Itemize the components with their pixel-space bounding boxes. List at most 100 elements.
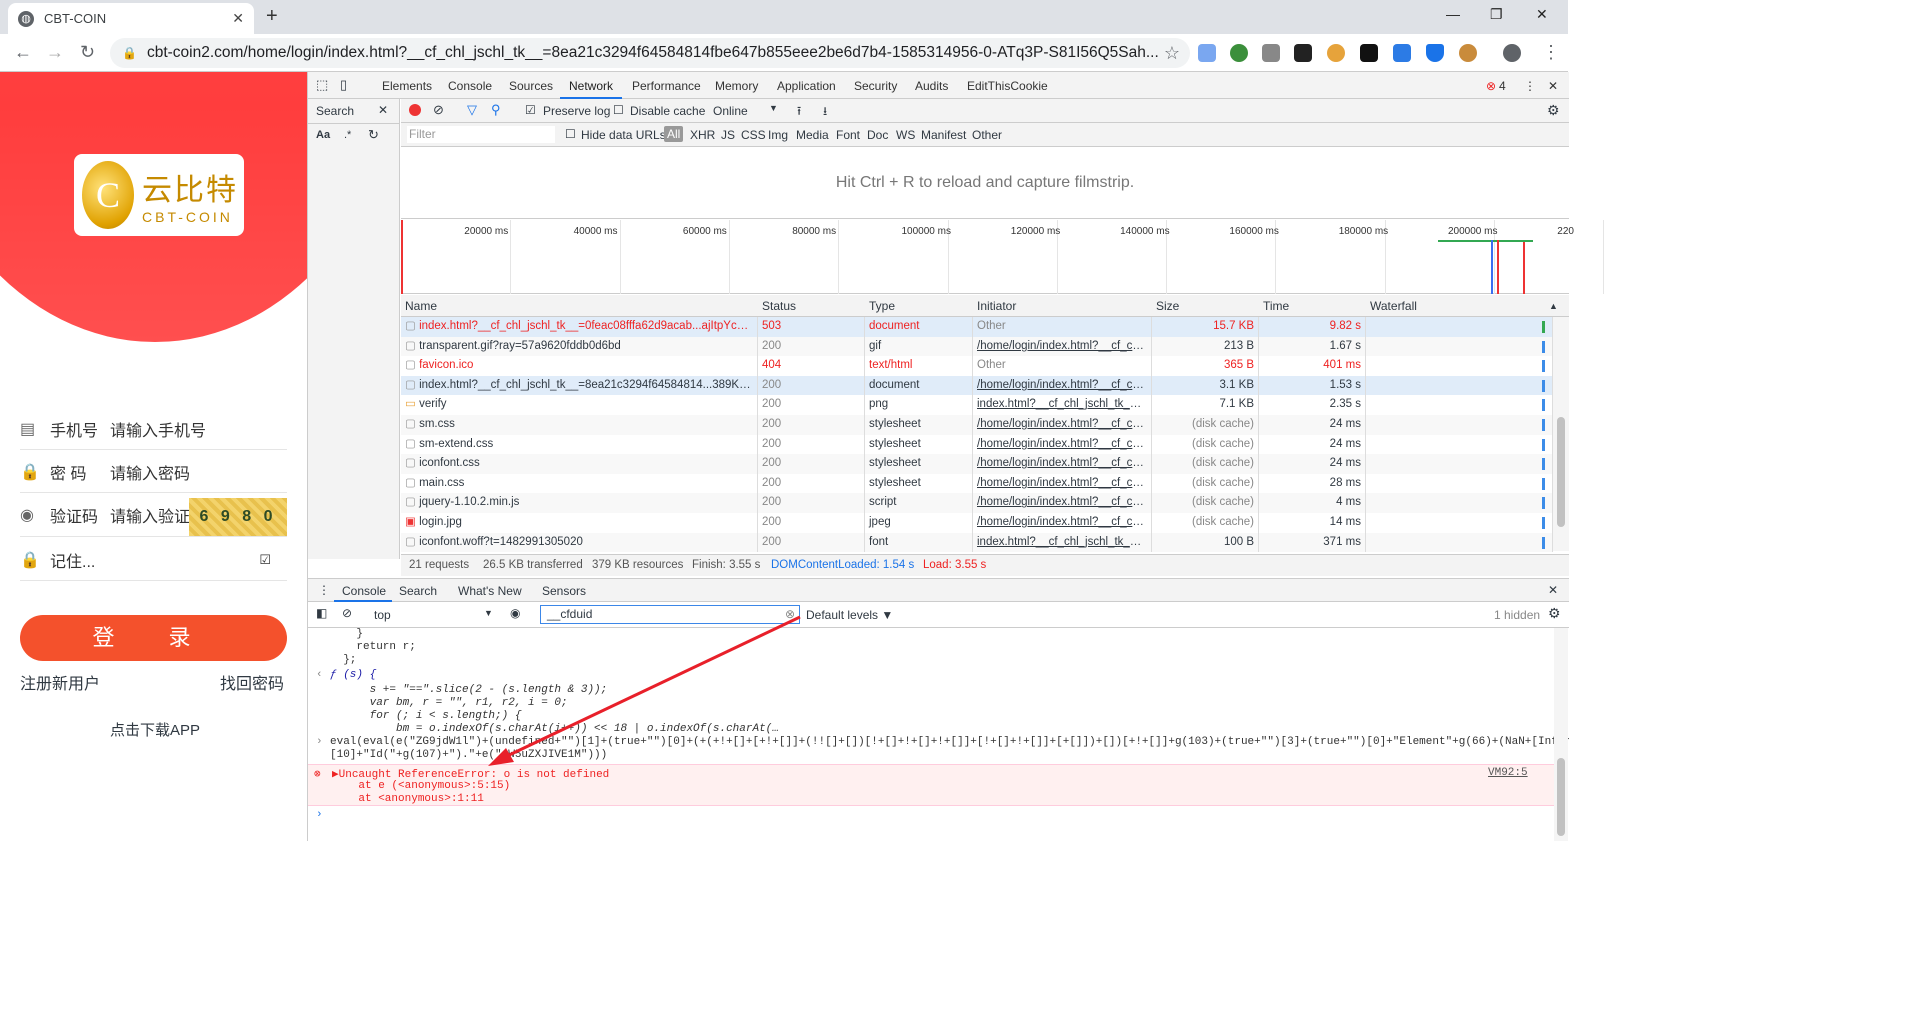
drawer-tab-sensors[interactable]: Sensors xyxy=(542,584,586,598)
error-line-1[interactable]: ▶Uncaught ReferenceError: o is not defin… xyxy=(332,767,609,781)
captcha-input[interactable]: 请输入验证 xyxy=(110,503,190,527)
phone-row[interactable]: ▤ 手机号 请输入手机号 xyxy=(20,408,287,450)
password-input[interactable]: 请输入密码 xyxy=(110,460,190,484)
register-link[interactable]: 注册新用户 xyxy=(20,670,100,694)
export-har-icon[interactable]: ⭳ xyxy=(823,102,827,123)
back-icon[interactable]: ← xyxy=(14,42,32,63)
download-app-link[interactable]: 点击下载APP xyxy=(110,719,200,740)
clear-icon[interactable]: ⊘ xyxy=(433,102,444,118)
tab-performance[interactable]: Performance xyxy=(632,79,701,93)
error-source-link[interactable]: VM92:5 xyxy=(1488,767,1528,779)
tab-network[interactable]: Network xyxy=(569,79,613,93)
console-filter-input[interactable]: __cfduid xyxy=(540,605,800,624)
error-badge-icon[interactable]: ⊗ xyxy=(1486,79,1496,93)
filter-other[interactable]: Other xyxy=(972,128,1002,142)
tab-application[interactable]: Application xyxy=(777,79,836,93)
network-row[interactable]: ▢ sm.css 200 stylesheet/home/login/index.h… xyxy=(401,415,1553,435)
tab-sources[interactable]: Sources xyxy=(509,79,553,93)
col-time[interactable]: Time xyxy=(1263,295,1289,317)
network-row[interactable]: ▢ favicon.ico 404 text/html Other 365 B 401 m… xyxy=(401,356,1553,376)
phone-input[interactable]: 请输入手机号 xyxy=(110,417,206,441)
tab-editthiscookie[interactable]: EditThisCookie xyxy=(967,79,1048,93)
inspect-element-icon[interactable]: ⬚ xyxy=(316,77,328,93)
captcha-row[interactable]: ◉ 验证码 请输入验证 xyxy=(20,494,190,536)
match-case-icon[interactable]: Aa xyxy=(316,129,330,141)
context-select[interactable]: top xyxy=(374,608,391,622)
remember-checkbox[interactable]: ☑ xyxy=(259,552,271,568)
cookie-icon[interactable] xyxy=(1459,44,1477,62)
network-row[interactable]: ▢ main.css 200 stylesheet/home/login/index… xyxy=(401,473,1553,494)
row-initiator[interactable]: /home/login/index.html?__cf_chl_... xyxy=(973,454,1152,474)
address-bar[interactable]: 🔒 cbt-coin2.com/home/login/index.html?__… xyxy=(110,38,1190,68)
col-size[interactable]: Size xyxy=(1156,295,1179,317)
extension-colorful-icon[interactable] xyxy=(1327,44,1345,62)
extension-tool-icon[interactable] xyxy=(1262,44,1280,62)
filter-xhr[interactable]: XHR xyxy=(690,128,715,142)
close-drawer-icon[interactable]: ✕ xyxy=(1548,583,1558,597)
regex-icon[interactable]: .* xyxy=(344,129,351,141)
forgot-password-link[interactable]: 找回密码 xyxy=(220,670,284,694)
error-count[interactable]: 4 xyxy=(1499,79,1506,93)
tab-audits[interactable]: Audits xyxy=(915,79,948,93)
extension-globe-icon[interactable] xyxy=(1230,44,1248,62)
browser-tab[interactable]: ◍ CBT-COIN ✕ xyxy=(8,3,254,34)
filter-doc[interactable]: Doc xyxy=(867,128,888,142)
filter-media[interactable]: Media xyxy=(796,128,829,142)
password-row[interactable]: 🔒 密 码 请输入密码 xyxy=(20,451,287,493)
network-row[interactable]: ▣ login.jpg 200 jpeg/home/login/index.html… xyxy=(401,513,1553,533)
bookmark-star-icon[interactable]: ☆ xyxy=(1164,43,1180,64)
row-initiator[interactable]: index.html?__cf_chl_jschl_tk__=8e... xyxy=(973,532,1152,553)
tab-memory[interactable]: Memory xyxy=(715,79,758,93)
refresh-search-icon[interactable]: ↻ xyxy=(368,127,379,143)
network-row[interactable]: ▢ iconfont.css 200 stylesheet/home/login/i… xyxy=(401,454,1553,474)
search-icon[interactable]: ⚲ xyxy=(491,102,501,118)
col-status[interactable]: Status xyxy=(762,295,796,317)
forward-icon[interactable]: → xyxy=(46,42,64,63)
close-devtools-icon[interactable]: ✕ xyxy=(1548,79,1558,93)
extension-s-icon[interactable] xyxy=(1393,44,1411,62)
col-name[interactable]: Name xyxy=(405,295,437,317)
console-clear-icon[interactable]: ⊘ xyxy=(342,606,352,620)
close-window-button[interactable]: ✕ xyxy=(1536,6,1548,23)
network-row[interactable]: ▢ transparent.gif?ray=57a9620fddb0d6bd 20… xyxy=(401,336,1553,357)
console-scrollbar[interactable] xyxy=(1554,628,1568,841)
table-scrollbar[interactable] xyxy=(1553,317,1569,551)
tab-console[interactable]: Console xyxy=(448,79,492,93)
reload-icon[interactable]: ↻ xyxy=(80,42,95,63)
preserve-log-checkbox[interactable]: ☑ xyxy=(525,103,536,117)
filter-img[interactable]: Img xyxy=(768,128,788,142)
extension-shield-icon[interactable] xyxy=(1426,44,1444,62)
chrome-menu-icon[interactable]: ⋮ xyxy=(1542,42,1560,63)
row-initiator[interactable]: /home/login/index.html?__cf_chl_... xyxy=(973,473,1152,494)
console-scroll-thumb[interactable] xyxy=(1557,758,1565,836)
sidebar-toggle-icon[interactable]: ◧ xyxy=(316,606,327,620)
settings-gear-icon[interactable]: ⚙ xyxy=(1547,102,1560,119)
device-toolbar-icon[interactable]: ▯ xyxy=(340,77,347,93)
filter-ws[interactable]: WS xyxy=(896,128,915,142)
row-initiator[interactable]: /home/login/index.html?__cf_chl_... xyxy=(973,336,1152,357)
console-prompt-icon[interactable]: › xyxy=(316,809,323,821)
tab-security[interactable]: Security xyxy=(854,79,897,93)
filter-css[interactable]: CSS xyxy=(741,128,766,142)
scroll-thumb[interactable] xyxy=(1557,417,1565,527)
filter-font[interactable]: Font xyxy=(836,128,860,142)
row-initiator[interactable]: /home/login/index.html?__cf_chl_... xyxy=(973,415,1152,435)
live-expression-eye-icon[interactable]: ◉ xyxy=(510,606,520,620)
filter-js[interactable]: JS xyxy=(721,128,735,142)
drawer-tab-console[interactable]: Console xyxy=(342,584,386,598)
record-icon[interactable] xyxy=(409,104,421,116)
col-type[interactable]: Type xyxy=(869,295,895,317)
maximize-button[interactable]: ❐ xyxy=(1490,6,1503,23)
chevron-down-icon[interactable]: ▼ xyxy=(769,103,778,113)
row-initiator[interactable]: /home/login/index.html?__cf_chl_... xyxy=(973,375,1152,396)
filter-icon[interactable]: ▽ xyxy=(467,102,477,118)
hide-data-urls-checkbox[interactable]: ☐ xyxy=(565,127,576,141)
network-row[interactable]: ▢ jquery-1.10.2.min.js 200 script/home/log… xyxy=(401,493,1553,513)
profile-avatar[interactable] xyxy=(1503,44,1521,62)
network-row[interactable]: ▢ sm-extend.css 200 stylesheet/home/login/… xyxy=(401,434,1553,455)
network-row[interactable]: ▭ verify 200 png index.html?__cf_chl_jschl_… xyxy=(401,395,1553,415)
new-tab-button[interactable]: + xyxy=(266,5,278,28)
console-settings-icon[interactable]: ⚙ xyxy=(1548,605,1561,622)
col-initiator[interactable]: Initiator xyxy=(977,295,1016,317)
log-levels-select[interactable]: Default levels ▼ xyxy=(806,608,893,622)
